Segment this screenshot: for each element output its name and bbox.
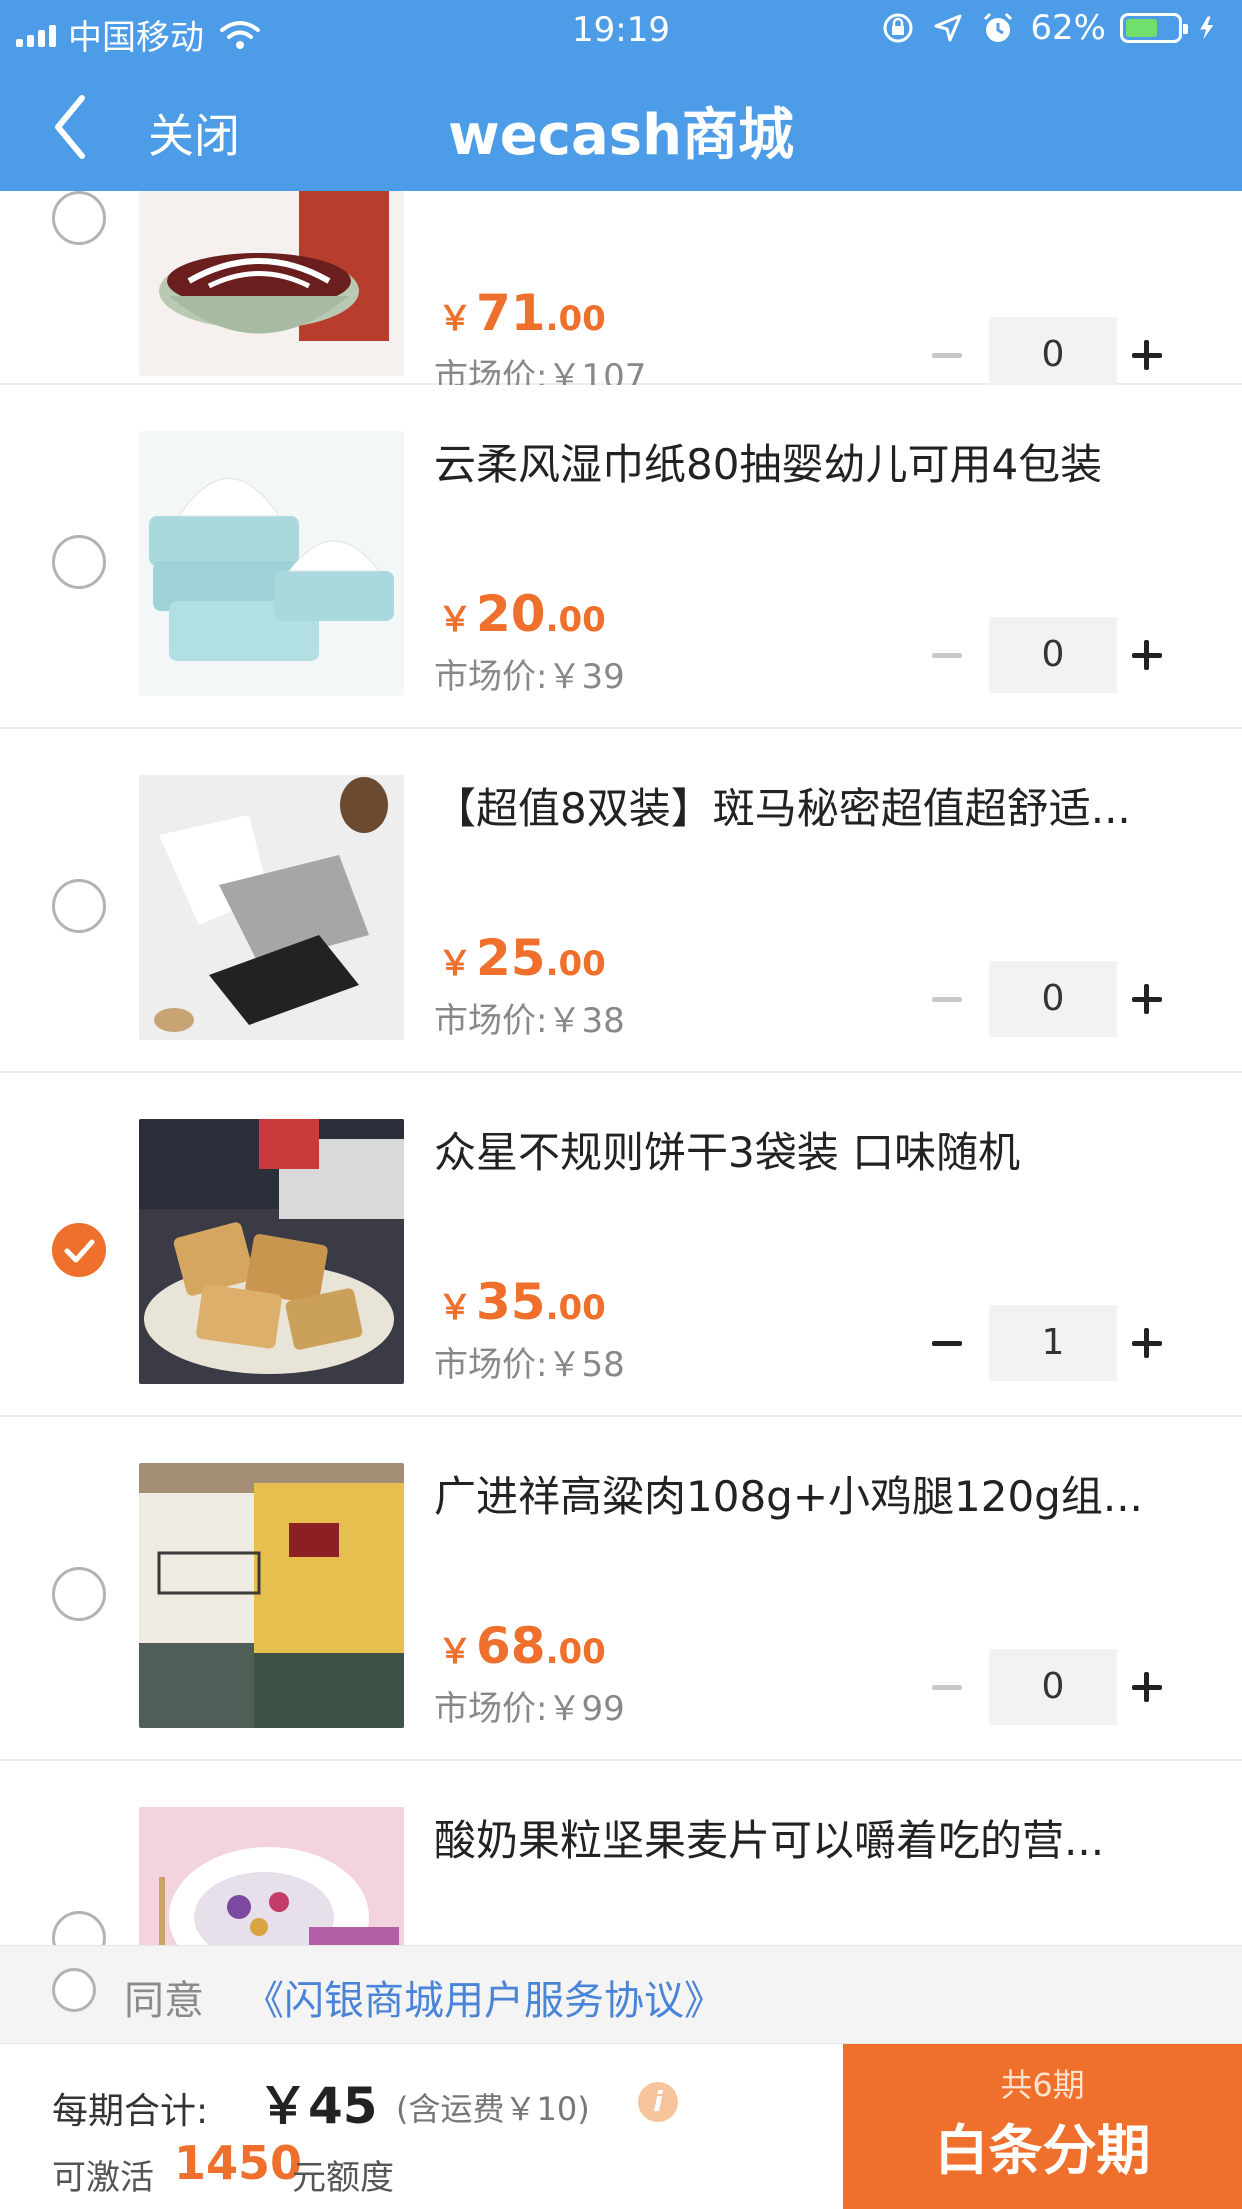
product-image[interactable] (139, 1463, 404, 1728)
increase-button[interactable] (1129, 981, 1165, 1017)
select-radio[interactable] (52, 1911, 106, 1945)
info-icon[interactable]: i (638, 2082, 678, 2122)
sum-label: 每期合计: (52, 2091, 209, 2132)
decrease-button[interactable] (924, 1669, 974, 1705)
increase-button[interactable] (1129, 637, 1165, 673)
location-icon (934, 14, 962, 42)
select-radio[interactable] (52, 1567, 106, 1621)
increase-button[interactable] (1129, 337, 1165, 373)
quantity-stepper: 0 (910, 617, 1162, 693)
installment-button[interactable]: 共6期 白条分期 (843, 2044, 1242, 2209)
page-title: wecash商城 (448, 103, 794, 168)
quantity-value[interactable]: 1 (989, 1305, 1117, 1381)
product-name[interactable]: 酸奶果粒坚果麦片可以嚼着吃的营... (434, 1807, 1194, 1868)
nav-bar: 关闭 wecash商城 (0, 64, 1242, 191)
product-image[interactable] (139, 191, 404, 376)
quantity-value[interactable]: 0 (989, 617, 1117, 693)
product-name[interactable]: 众星不规则饼干3袋装 口味随机 (434, 1119, 1194, 1180)
decrease-button[interactable] (924, 337, 974, 373)
agreement-link[interactable]: 《闪银商城用户服务协议》 (244, 1968, 724, 2026)
product-price: ￥71.00 (438, 284, 606, 342)
product-image[interactable] (139, 431, 404, 696)
product-item: 云柔风湿巾纸80抽婴幼儿可用4包装 ￥20.00 市场价:￥39 0 (0, 385, 1242, 729)
product-name[interactable]: 云柔风湿巾纸80抽婴幼儿可用4包装 (434, 431, 1194, 492)
product-item: 【超值8双装】斑马秘密超值超舒适... ￥25.00 市场价:￥38 0 (0, 729, 1242, 1073)
checkout-footer: 每期合计: ￥45 (含运费￥10) i 可激活 1450 元额度 共6期 白条… (0, 2043, 1242, 2209)
quantity-stepper: 0 (910, 1649, 1162, 1725)
sum-value: ￥45 (258, 2077, 378, 2135)
product-price: ￥68.00 (438, 1617, 606, 1675)
quantity-stepper: 0 (910, 317, 1162, 393)
market-price: 市场价:￥38 (434, 1001, 625, 1041)
quantity-value[interactable]: 0 (989, 961, 1117, 1037)
quantity-value[interactable]: 0 (989, 317, 1117, 393)
product-price: ￥20.00 (438, 585, 606, 643)
quantity-stepper: 1 (910, 1305, 1162, 1381)
product-price: ￥25.00 (438, 929, 606, 987)
installment-label: 白条分期 (934, 2119, 1151, 2182)
periods-label: 共6期 (1000, 2066, 1085, 2104)
alarm-icon (984, 12, 1013, 42)
quantity-value[interactable]: 0 (989, 1649, 1117, 1725)
activate-unit: 元额度 (292, 2158, 394, 2198)
agree-radio[interactable] (52, 1968, 96, 2012)
increase-button[interactable] (1129, 1325, 1165, 1361)
product-item: 众星不规则饼干3袋装 口味随机 ￥35.00 市场价:￥58 1 (0, 1073, 1242, 1417)
market-price: 市场价:￥58 (434, 1345, 625, 1385)
battery-icon (1120, 13, 1188, 43)
product-name[interactable]: 广进祥高粱肉108g+小鸡腿120g组... (434, 1463, 1194, 1524)
activate-label: 可激活 (52, 2158, 154, 2198)
product-image[interactable] (139, 1807, 404, 1945)
screen-lock-icon (883, 13, 913, 43)
product-image[interactable] (139, 775, 404, 1040)
product-name[interactable]: 【超值8双装】斑马秘密超值超舒适... (434, 775, 1194, 836)
product-item: 广进祥高粱肉108g+小鸡腿120g组... ￥68.00 市场价:￥99 0 (0, 1417, 1242, 1761)
agree-label: 同意 (124, 1978, 204, 2024)
market-price: 市场价:￥39 (434, 657, 625, 697)
product-price: ￥35.00 (438, 1273, 606, 1331)
select-radio[interactable] (52, 1223, 106, 1277)
quantity-stepper: 0 (910, 961, 1162, 1037)
increase-button[interactable] (1129, 1669, 1165, 1705)
decrease-button[interactable] (924, 637, 974, 673)
product-image[interactable] (139, 1119, 404, 1384)
battery-percent: 62% (1030, 8, 1106, 48)
select-radio[interactable] (52, 879, 106, 933)
product-list[interactable]: ￥71.00 市场价:￥107 0 云柔风湿巾纸80抽婴幼儿可用4包装 ￥20.… (0, 191, 1242, 1945)
activate-value: 1450 (174, 2136, 303, 2190)
agreement-bar: 同意 《闪银商城用户服务协议》 (0, 1945, 1242, 2043)
select-radio[interactable] (52, 535, 106, 589)
header: 中国移动 19:19 62% 关闭 wecash商城 (0, 0, 1242, 191)
select-radio[interactable] (52, 191, 106, 245)
market-price: 市场价:￥99 (434, 1689, 625, 1729)
checkmark-icon (64, 1239, 95, 1263)
decrease-button[interactable] (924, 981, 974, 1017)
status-bar: 中国移动 19:19 62% (0, 0, 1242, 64)
product-item: ￥71.00 市场价:￥107 0 (0, 191, 1242, 397)
shipping-note: (含运费￥10) (396, 2090, 590, 2128)
decrease-button[interactable] (924, 1325, 974, 1361)
charging-icon (1200, 16, 1214, 40)
product-item: 酸奶果粒坚果麦片可以嚼着吃的营... (0, 1761, 1242, 1945)
